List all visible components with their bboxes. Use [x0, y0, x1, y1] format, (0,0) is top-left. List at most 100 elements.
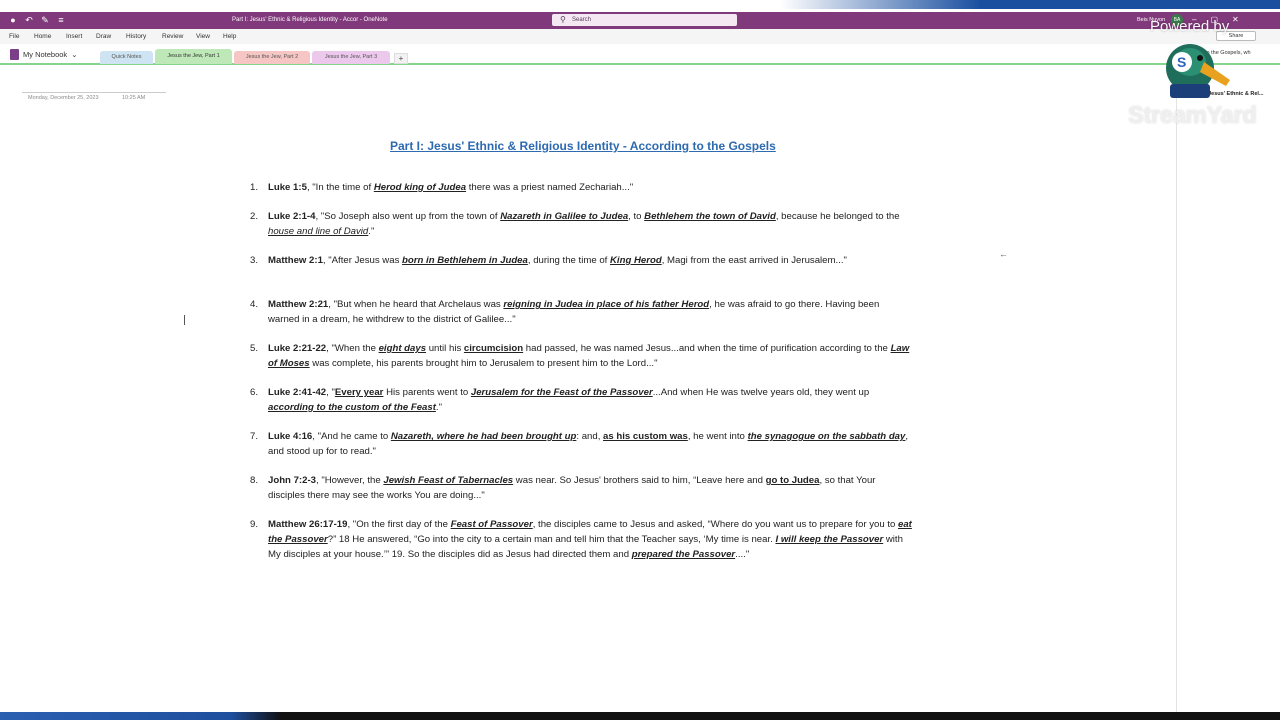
- item-number: 6.: [250, 387, 259, 398]
- quick-access-toolbar: ● ↶ ✎ ≡: [8, 14, 66, 27]
- os-top-strip-accent: [780, 0, 1280, 9]
- quote-text: there was a priest named Zechariah...": [466, 182, 634, 193]
- quote-text: , to: [628, 211, 645, 222]
- item-number: 8.: [250, 475, 259, 486]
- customize-icon[interactable]: ≡: [56, 14, 66, 27]
- window-title: Part I: Jesus' Ethnic & Religious Identi…: [232, 17, 388, 23]
- scripture-reference: John 7:2-3: [268, 475, 316, 486]
- quote-text: , he went into: [687, 431, 748, 442]
- quote-text: , "And he came to: [312, 431, 391, 442]
- menu-file[interactable]: File: [9, 31, 19, 42]
- quote-text: , "On the first day of the: [347, 519, 451, 530]
- chevron-down-icon: ⌄: [71, 50, 78, 59]
- quote-text: had passed, he was named Jesus...and whe…: [523, 343, 891, 354]
- menu-bar: File Home Insert Draw History Review Vie…: [0, 29, 1280, 44]
- emphasis-text: Nazareth, where he had been brought up: [390, 431, 577, 442]
- undo-icon[interactable]: ↶: [24, 14, 34, 27]
- os-top-strip: [0, 0, 1280, 12]
- quote-text: , "So Joseph also went up from the town …: [315, 211, 501, 222]
- emphasis-text: I will keep the Passover: [775, 534, 884, 545]
- title-bar: ● ↶ ✎ ≡ Part I: Jesus' Ethnic & Religiou…: [0, 12, 1280, 29]
- quote-text: His parents went to: [383, 387, 471, 398]
- menu-draw[interactable]: Draw: [96, 31, 111, 42]
- svg-text:S: S: [1177, 54, 1186, 70]
- page-date: Monday, December 25, 2023: [28, 95, 99, 101]
- quote-text: : and,: [576, 431, 604, 442]
- tab-jesus-the-jew-part-2[interactable]: Jesus the Jew, Part 2: [234, 51, 310, 64]
- menu-home[interactable]: Home: [34, 31, 51, 42]
- quote-text: .": [368, 226, 375, 237]
- emphasis-text: go to Judea: [765, 475, 820, 486]
- menu-help[interactable]: Help: [223, 31, 236, 42]
- emphasis-text: Herod king of Judea: [373, 182, 467, 193]
- quote-text: , during the time of: [527, 255, 610, 266]
- emphasis-text: the synagogue on the sabbath day: [747, 431, 906, 442]
- emphasis-text: Jerusalem for the Feast of the Passover: [470, 387, 653, 398]
- emphasis-text: according to the custom of the Feast: [268, 402, 436, 413]
- scripture-reference: Matthew 26:17-19: [268, 519, 348, 530]
- streamyard-brand: StreamYard: [1128, 102, 1257, 129]
- os-taskbar: [0, 712, 1280, 720]
- quote-text: , "But when he heard that Archelaus was: [328, 299, 504, 310]
- emphasis-text: King Herod: [609, 255, 662, 266]
- emphasis-text: born in Bethlehem in Judea: [402, 255, 528, 266]
- quote-text: ....": [735, 549, 750, 560]
- menu-history[interactable]: History: [126, 31, 146, 42]
- tab-quick-notes[interactable]: Quick Notes: [100, 51, 153, 64]
- emphasis-text: Jewish Feast of Tabernacles: [383, 475, 514, 486]
- emphasis-text: Feast of Passover: [450, 519, 533, 530]
- emphasis-text: Nazareth in Galilee to Judea: [500, 211, 629, 222]
- mouse-cursor-icon: ←: [999, 249, 1008, 259]
- tab-jesus-the-jew-part-1[interactable]: Jesus the Jew, Part 1: [155, 49, 232, 64]
- menu-view[interactable]: View: [196, 31, 210, 42]
- emphasis-text: reigning in Judea in place of his father…: [503, 299, 710, 310]
- quote-text: , "In the time of: [306, 182, 374, 193]
- search-placeholder: Search: [572, 17, 592, 23]
- search-icon: ⚲: [560, 15, 566, 24]
- back-icon[interactable]: ●: [8, 14, 18, 27]
- page-title[interactable]: Part I: Jesus' Ethnic & Religious Identi…: [390, 139, 776, 153]
- scripture-reference: Luke 2:1-4: [268, 211, 316, 222]
- quote-text: , the disciples came to Jesus and asked,…: [532, 519, 898, 530]
- date-divider: [22, 92, 166, 93]
- item-number: 7.: [250, 431, 259, 442]
- emphasis-text: as his custom was: [603, 431, 688, 442]
- item-number: 2.: [250, 211, 259, 222]
- emphasis-text: Bethlehem the town of David: [644, 211, 776, 222]
- emphasis-text: Every year: [334, 387, 384, 398]
- page-list-pane: [1176, 65, 1280, 720]
- scripture-reference: Luke 4:16: [268, 431, 313, 442]
- menu-review[interactable]: Review: [162, 31, 183, 42]
- emphasis-text: circumcision: [463, 343, 524, 354]
- pen-icon[interactable]: ✎: [40, 14, 50, 27]
- quote-text: , ": [326, 387, 335, 398]
- text-caret: [184, 315, 185, 325]
- quote-text: until his: [426, 343, 464, 354]
- emphasis-text: prepared the Passover: [631, 549, 736, 560]
- quote-text: , Magi from the east arrived in Jerusale…: [661, 255, 847, 266]
- notebook-selector[interactable]: My Notebook ⌄: [10, 49, 77, 60]
- quote-text: was near. So Jesus' brothers said to him…: [513, 475, 766, 486]
- item-number: 4.: [250, 299, 259, 310]
- quote-text: .": [435, 402, 442, 413]
- quote-text: was complete, his parents brought him to…: [309, 358, 658, 369]
- tab-jesus-the-jew-part-3[interactable]: Jesus the Jew, Part 3: [312, 51, 390, 64]
- add-section-button[interactable]: +: [394, 53, 408, 64]
- search-box[interactable]: ⚲ Search: [552, 14, 737, 26]
- emphasis-text: house and line of David: [268, 226, 369, 237]
- page-time: 10:25 AM: [122, 95, 146, 101]
- duck-logo-icon: S: [1166, 44, 1230, 98]
- quote-text: , because he belonged to the: [775, 211, 900, 222]
- scripture-reference: Matthew 2:1: [268, 255, 323, 266]
- quote-text: , "However, the: [315, 475, 384, 486]
- scripture-reference: Luke 2:21-22: [268, 343, 327, 354]
- close-icon[interactable]: ✕: [1232, 13, 1239, 27]
- powered-by-text: Powered by: [1150, 18, 1230, 35]
- emphasis-text: eight days: [378, 343, 427, 354]
- item-number: 5.: [250, 343, 259, 354]
- scripture-reference: Matthew 2:21: [268, 299, 329, 310]
- menu-insert[interactable]: Insert: [66, 31, 82, 42]
- quote-text: ?” 18 He answered, “Go into the city to …: [327, 534, 776, 545]
- item-number: 9.: [250, 519, 259, 530]
- quote-text: , "After Jesus was: [322, 255, 403, 266]
